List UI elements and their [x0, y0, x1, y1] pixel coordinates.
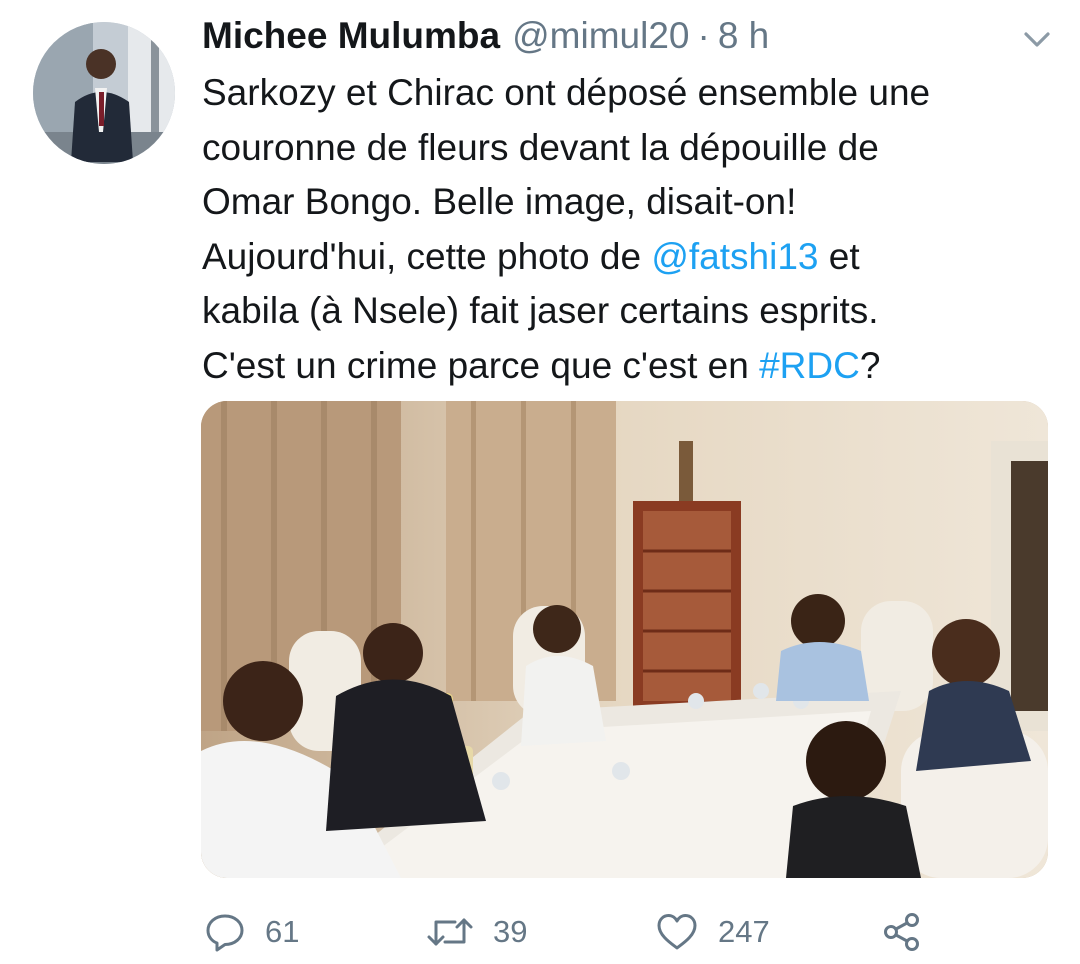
tweet-text-line: Omar Bongo. Belle image, disait-on! — [202, 181, 797, 222]
retweet-button[interactable]: 39 — [425, 908, 527, 956]
tweet-photo[interactable] — [201, 401, 1048, 878]
dinner-photo — [201, 401, 1048, 878]
reply-icon — [203, 910, 247, 954]
timestamp[interactable]: 8 h — [718, 15, 769, 56]
like-count: 247 — [718, 914, 770, 949]
avatar[interactable] — [33, 22, 175, 164]
text-segment: ? — [859, 344, 881, 386]
reply-button[interactable]: 61 — [203, 908, 299, 956]
display-name[interactable]: Michee Mulumba — [202, 15, 500, 57]
separator: · — [697, 15, 710, 56]
text-segment: C'est un crime parce que c'est en — [202, 344, 760, 386]
tweet-text-line: couronne de fleurs devant la dépouille d… — [202, 126, 879, 168]
like-button[interactable]: 247 — [654, 908, 770, 956]
retweet-count: 39 — [493, 914, 528, 949]
avatar-photo — [33, 22, 175, 164]
share-icon — [880, 910, 924, 954]
tweet-text-line: Aujourd'hui, cette photo de @fatshi13 et — [202, 230, 1052, 285]
reply-count: 61 — [265, 914, 300, 949]
text-segment: Aujourd'hui, cette photo de — [202, 235, 652, 277]
retweet-icon — [425, 910, 475, 954]
tweet-text: Sarkozy et Chirac ont déposé ensemble un… — [202, 66, 1052, 393]
tweet-text-line: C'est un crime parce que c'est en #RDC? — [202, 339, 1052, 394]
hashtag-link[interactable]: #RDC — [759, 345, 860, 386]
share-button[interactable] — [880, 908, 924, 956]
text-segment: et — [818, 235, 860, 277]
tweet-actions: 61 39 247 — [0, 900, 1080, 964]
tweet-text-line: kabila (à Nsele) fait jaser certains esp… — [202, 290, 879, 331]
chevron-down-icon[interactable] — [1020, 26, 1054, 52]
tweet-text-line: Sarkozy et Chirac ont déposé ensemble un… — [202, 72, 931, 113]
tweet-meta: @mimul20 · 8 h — [512, 15, 769, 57]
tweet-header: Michee Mulumba @mimul20 · 8 h — [202, 12, 769, 60]
mention-link[interactable]: @fatshi13 — [651, 236, 818, 277]
handle[interactable]: @mimul20 — [512, 15, 689, 56]
heart-icon — [654, 910, 700, 954]
